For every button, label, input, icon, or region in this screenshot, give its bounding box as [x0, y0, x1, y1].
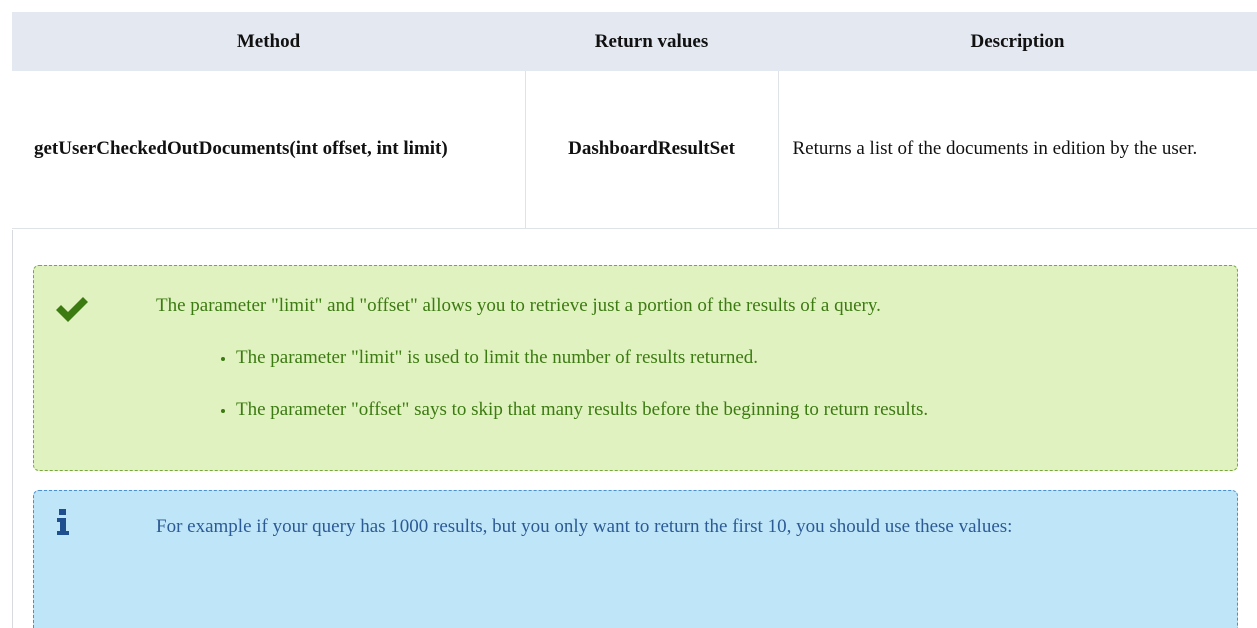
info-icon — [56, 509, 70, 541]
header-return-values: Return values — [525, 12, 778, 71]
success-callout-lead: The parameter "limit" and "offset" allow… — [156, 295, 881, 316]
api-method-table: Method Return values Description getUser… — [12, 12, 1257, 229]
info-callout-body: For example if your query has 1000 resul… — [156, 509, 1207, 545]
success-callout-list: The parameter "limit" is used to limit t… — [156, 346, 1207, 422]
method-cell: getUserCheckedOutDocuments(int offset, i… — [12, 71, 526, 229]
table-row: getUserCheckedOutDocuments(int offset, i… — [12, 71, 1257, 229]
list-item: The parameter "limit" is used to limit t… — [236, 346, 1207, 370]
table-header-row: Method Return values Description — [12, 12, 1257, 71]
left-guide-line — [12, 230, 13, 628]
header-method: Method — [12, 12, 525, 71]
header-description: Description — [778, 12, 1257, 71]
return-value-cell: DashboardResultSet — [525, 71, 779, 229]
info-callout-lead: For example if your query has 1000 resul… — [156, 516, 1013, 537]
info-callout: For example if your query has 1000 resul… — [33, 490, 1238, 628]
checkmark-icon — [54, 294, 90, 330]
description-cell: Returns a list of the documents in editi… — [778, 71, 1257, 229]
document-page: Method Return values Description getUser… — [0, 0, 1257, 628]
success-callout-body: The parameter "limit" and "offset" allow… — [156, 288, 1207, 450]
list-item: The parameter "offset" says to skip that… — [236, 398, 1207, 422]
success-callout: The parameter "limit" and "offset" allow… — [33, 265, 1238, 471]
